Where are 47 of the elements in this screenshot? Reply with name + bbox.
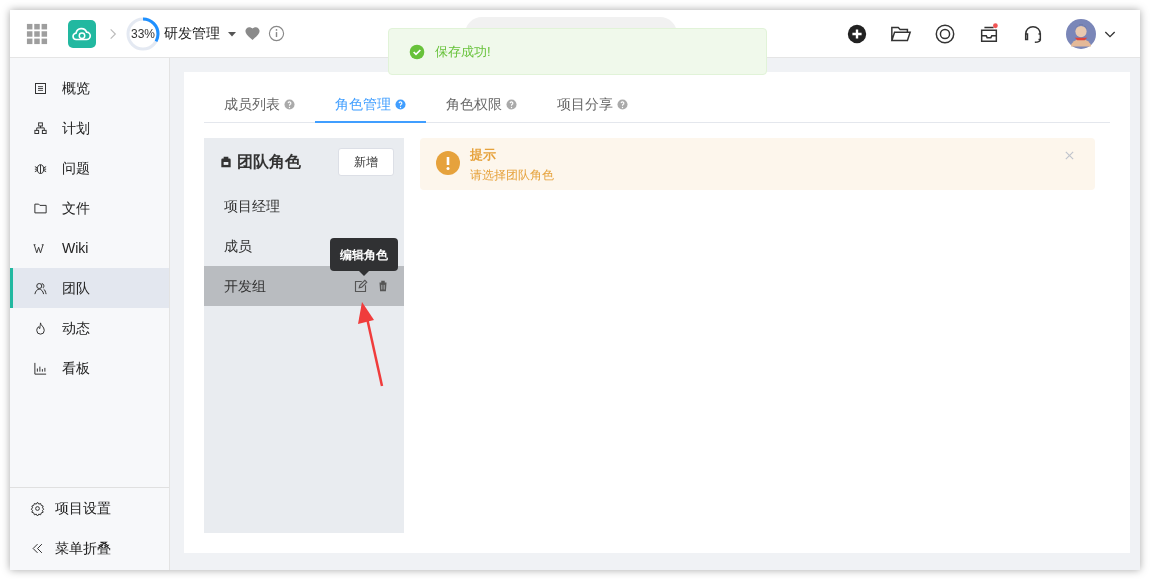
add-button[interactable]: 新增 (338, 148, 394, 176)
sidebar-item[interactable]: 动态 (10, 308, 169, 348)
toast-message: 保存成功! (435, 42, 491, 61)
sidebar-item[interactable]: Wiki (10, 228, 169, 268)
sidebar-item[interactable]: 计划 (10, 108, 169, 148)
avatar-icon[interactable] (1066, 18, 1096, 49)
apps-grid-icon[interactable] (26, 22, 48, 45)
role-item[interactable]: 开发组 (204, 266, 404, 306)
cloud-logo-icon[interactable] (68, 19, 96, 48)
role-item[interactable]: 项目经理 (204, 186, 324, 226)
tooltip: 编辑角色 (330, 238, 398, 271)
project-name[interactable]: 研发管理 (164, 23, 220, 44)
sidebar-item[interactable]: 文件 (10, 188, 169, 228)
progress-label: 33% (131, 25, 155, 43)
sidebar-item[interactable]: 项目设置 (10, 488, 169, 528)
folder-icon (33, 200, 48, 216)
tooltip-pointer (359, 271, 369, 276)
alert-title: 提示 (470, 146, 497, 164)
sidebar-item[interactable]: 菜单折叠 (10, 528, 169, 568)
inbox-icon[interactable] (978, 22, 1000, 45)
panel-title: 团队角色 (237, 152, 301, 172)
success-icon (409, 43, 425, 60)
edit-icon[interactable] (353, 278, 368, 294)
sidebar-item[interactable]: 问题 (10, 148, 169, 188)
sidebar-item[interactable]: 看板 (10, 348, 169, 388)
people-icon (33, 280, 48, 296)
hierarchy-icon (33, 120, 48, 136)
lifebuoy-icon[interactable] (934, 22, 956, 45)
bar-chart-icon (33, 360, 48, 376)
sidebar-item[interactable]: 概览 (10, 68, 169, 108)
role-item[interactable]: 成员 (204, 226, 324, 266)
tab[interactable]: 项目分享 (537, 88, 648, 123)
warning-icon (436, 151, 460, 175)
alert-message: 请选择团队角色 (470, 167, 555, 184)
flame-icon (33, 320, 48, 336)
help-icon (617, 99, 628, 110)
add-icon[interactable] (846, 22, 868, 45)
tab[interactable]: 角色权限 (426, 88, 537, 123)
help-icon (395, 99, 406, 110)
settings-icon (30, 500, 45, 516)
help-icon (506, 99, 517, 110)
heart-icon[interactable] (244, 25, 261, 42)
tab[interactable]: 成员列表 (204, 88, 315, 123)
info-icon[interactable] (268, 25, 285, 42)
sidebar-item[interactable]: 团队 (10, 268, 169, 308)
list-icon (33, 80, 48, 96)
help-icon (284, 99, 295, 110)
